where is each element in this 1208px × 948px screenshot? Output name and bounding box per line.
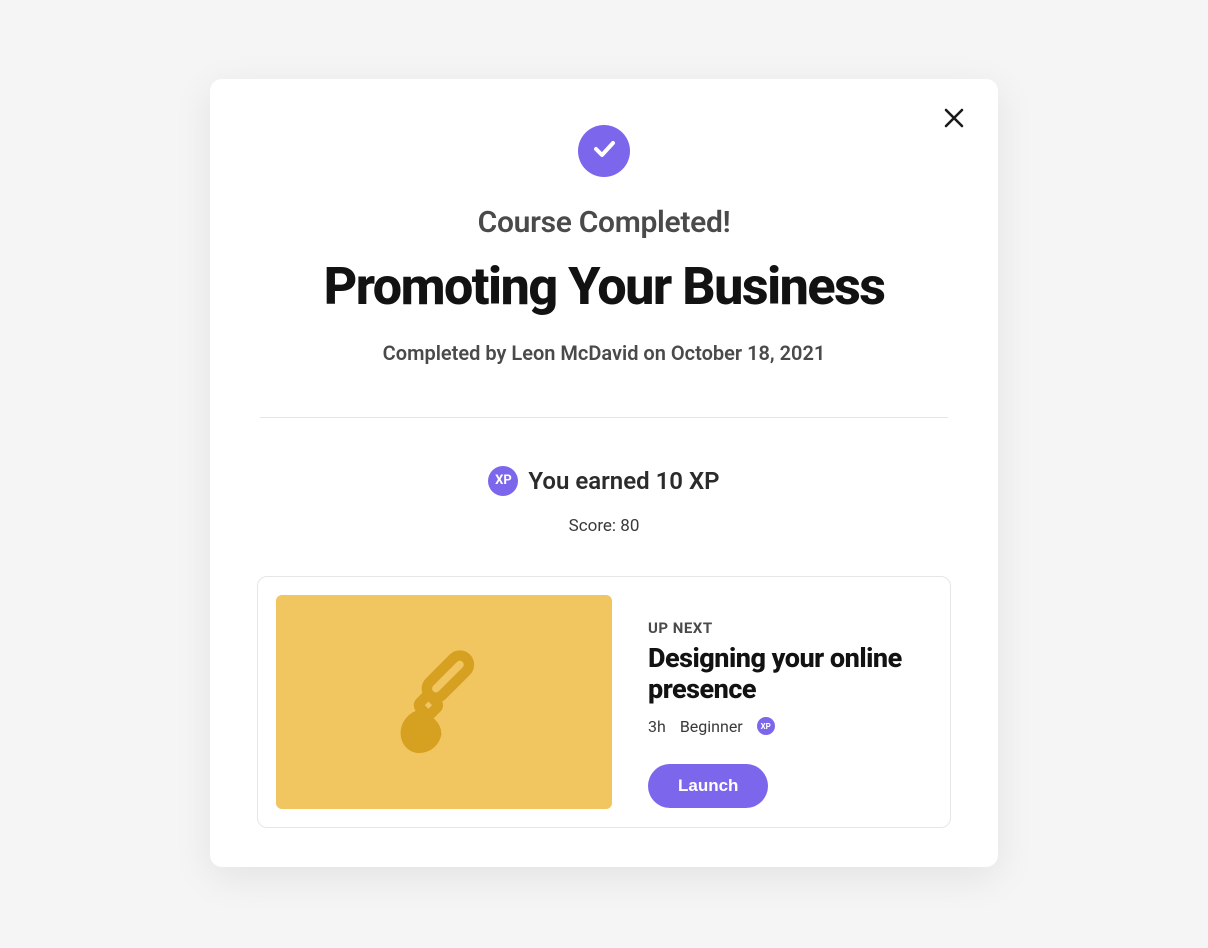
up-next-title: Designing your online presence — [648, 643, 932, 705]
close-icon — [943, 107, 965, 132]
up-next-body: UP NEXT Designing your online presence 3… — [648, 595, 932, 809]
divider — [260, 417, 948, 418]
up-next-level: Beginner — [680, 717, 743, 736]
checkmark-icon — [589, 134, 619, 168]
status-text: Course Completed! — [478, 205, 731, 240]
completed-by-text: Completed by Leon McDavid on October 18,… — [383, 341, 826, 365]
modal-content: Course Completed! Promoting Your Busines… — [254, 125, 954, 828]
course-title: Promoting Your Business — [324, 260, 885, 315]
xp-row: XP You earned 10 XP — [488, 466, 719, 496]
xp-message: You earned 10 XP — [528, 467, 719, 495]
paintbrush-icon — [379, 635, 509, 769]
up-next-thumbnail — [276, 595, 612, 809]
up-next-meta: 3h Beginner XP — [648, 717, 932, 736]
xp-badge-icon: XP — [488, 466, 518, 496]
score-text: Score: 80 — [569, 516, 640, 536]
close-button[interactable] — [936, 101, 972, 137]
up-next-card: UP NEXT Designing your online presence 3… — [257, 576, 951, 828]
completion-modal: Course Completed! Promoting Your Busines… — [210, 79, 998, 867]
check-badge — [578, 125, 630, 177]
xp-badge-small-icon: XP — [757, 717, 775, 735]
launch-button[interactable]: Launch — [648, 764, 768, 808]
up-next-label: UP NEXT — [648, 619, 932, 637]
up-next-duration: 3h — [648, 717, 666, 736]
